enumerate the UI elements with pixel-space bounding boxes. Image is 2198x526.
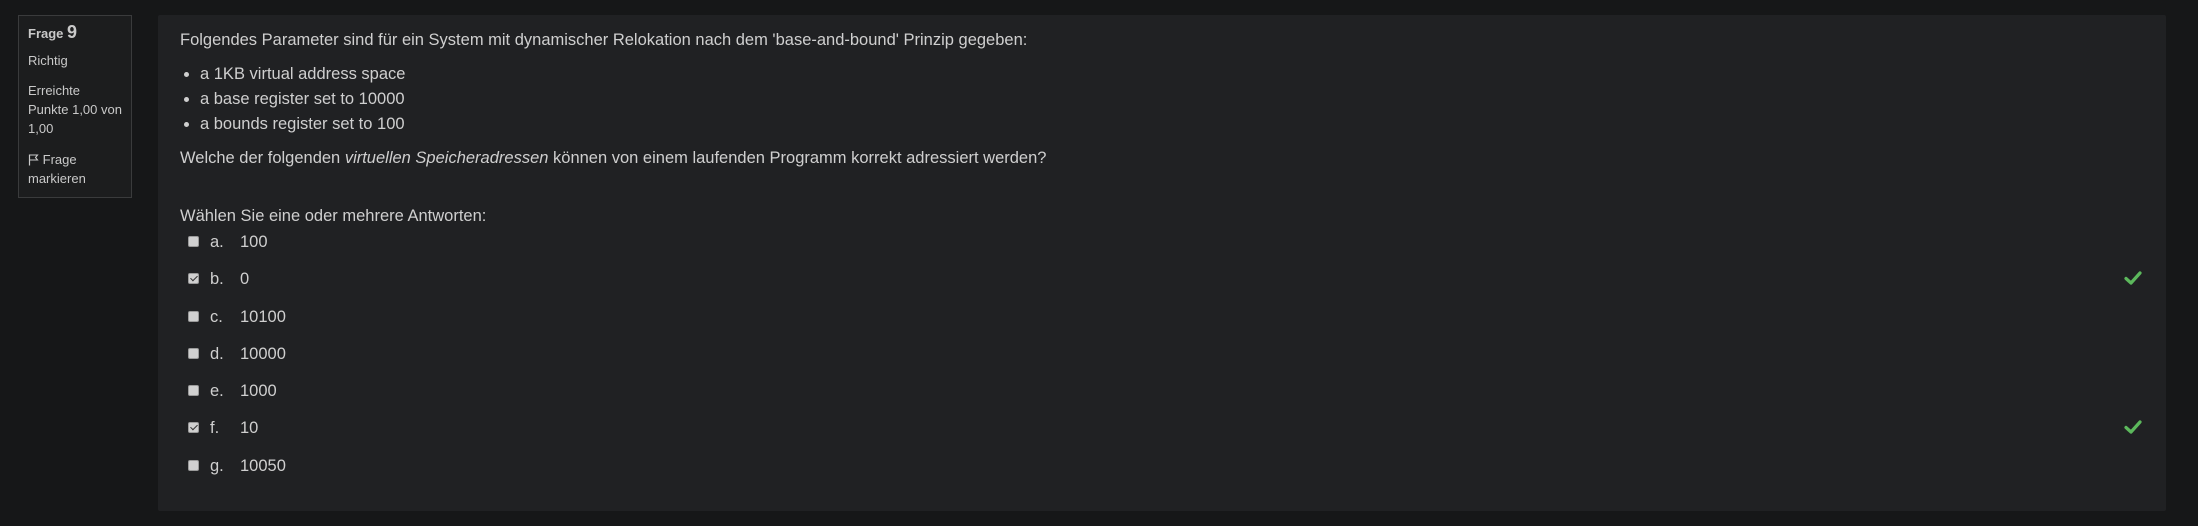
answer-value: 0 <box>240 270 250 289</box>
check-icon <box>2123 417 2143 437</box>
question-content: Folgendes Parameter sind für ein System … <box>158 15 2166 511</box>
answer-value: 10 <box>240 419 259 438</box>
answer-value: 10050 <box>240 456 286 475</box>
question-grade: Erreichte Punkte 1,00 von 1,00 <box>28 83 122 136</box>
answer-option[interactable]: b. 0 <box>188 268 2148 305</box>
answer-value: 1000 <box>240 382 277 401</box>
answer-option[interactable]: e. 1000 <box>188 380 2148 417</box>
answer-letter: e. <box>210 382 224 401</box>
answer-checkbox[interactable] <box>188 236 199 247</box>
question-text-before: Welche der folgenden <box>180 149 345 167</box>
answer-option[interactable]: d. 10000 <box>188 343 2148 380</box>
answer-option[interactable]: g. 10050 <box>188 455 2148 492</box>
question-number: 9 <box>67 22 78 42</box>
question-text-after: können von einem laufenden Programm korr… <box>548 149 1047 167</box>
answer-option[interactable]: f. 10 <box>188 417 2148 454</box>
answer-option[interactable]: c. 10100 <box>188 306 2148 343</box>
question-state: Richtig <box>28 53 68 68</box>
answer-letter: a. <box>210 233 224 251</box>
answer-checkbox[interactable] <box>188 459 199 471</box>
answer-checkbox[interactable] <box>188 310 199 322</box>
answer-value: 10000 <box>240 344 286 363</box>
parameter-item: a bounds register set to 100 <box>200 112 1046 137</box>
parameter-list: a 1KB virtual address space a base regis… <box>180 62 1046 137</box>
answer-checkbox[interactable] <box>188 385 199 397</box>
question-label: Frage <box>28 26 64 41</box>
answer-letter: g. <box>210 456 224 475</box>
answer-option[interactable]: a. 100 <box>188 231 2148 268</box>
question-text-emphasis: virtuellen Speicheradressen <box>344 149 549 167</box>
answer-letter: c. <box>210 307 223 326</box>
flag-question-link[interactable]: Frage markieren <box>28 150 122 188</box>
answer-prompt: Wählen Sie eine oder mehrere Antworten: <box>180 207 487 225</box>
question-text: Folgendes Parameter sind für ein System … <box>180 28 1046 171</box>
answer-checkbox[interactable] <box>188 422 199 434</box>
answer-letter: b. <box>210 270 224 289</box>
answer-value: 10100 <box>240 307 286 326</box>
answer-value: 100 <box>240 233 268 251</box>
flag-icon <box>28 152 43 167</box>
parameter-item: a 1KB virtual address space <box>200 62 1046 87</box>
question-intro: Folgendes Parameter sind für ein System … <box>180 31 1028 49</box>
answer-letter: f. <box>210 419 220 438</box>
question-sentence: Welche der folgenden virtuellen Speicher… <box>180 146 1046 171</box>
answer-checkbox[interactable] <box>188 273 199 285</box>
question-number-line: Frage 9 <box>28 21 122 45</box>
answer-letter: d. <box>210 344 224 363</box>
answer-checkbox[interactable] <box>188 347 199 359</box>
answer-list: a. 100 b. 0 c. 10100 d. 10000 e. 1000 f. 10 g. 10050 <box>188 231 2148 492</box>
question-info-panel: Frage 9 Richtig Erreichte Punkte 1,00 vo… <box>18 15 132 198</box>
check-icon <box>2123 268 2143 288</box>
parameter-item: a base register set to 10000 <box>200 87 1046 112</box>
